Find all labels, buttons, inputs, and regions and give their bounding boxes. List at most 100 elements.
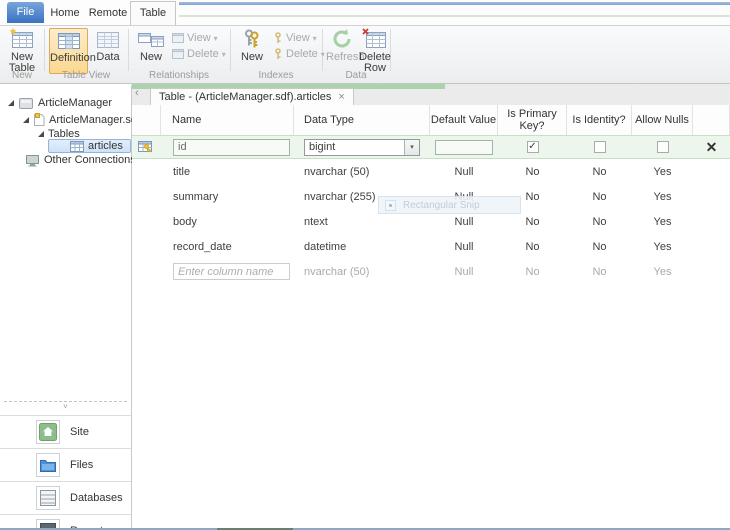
workspace-databases[interactable]: Databases bbox=[0, 481, 131, 514]
column-header-name[interactable]: Name bbox=[161, 105, 294, 135]
document-tab-title: Table - (ArticleManager.sdf).articles bbox=[159, 91, 331, 103]
document-tab[interactable]: Table - (ArticleManager.sdf).articles × bbox=[150, 88, 354, 105]
relationships-new-button[interactable]: New bbox=[133, 28, 169, 74]
tree-expander-icon[interactable] bbox=[23, 117, 29, 123]
group-separator bbox=[128, 29, 129, 71]
relationships-delete-button[interactable]: Delete ▾ bbox=[172, 47, 226, 61]
new-column-name-input[interactable] bbox=[173, 263, 290, 280]
sidebar-collapse-icon[interactable]: ‹ bbox=[135, 88, 139, 99]
indexes-view-button[interactable]: View ▾ bbox=[273, 31, 317, 45]
is-primary-key-cell: ✓ bbox=[498, 136, 567, 158]
close-tab-icon[interactable]: × bbox=[338, 92, 344, 103]
relationships-view-button[interactable]: View ▾ bbox=[172, 31, 218, 45]
dropdown-arrow-icon: ▾ bbox=[313, 34, 317, 43]
contextual-tab-accent-line bbox=[179, 15, 730, 17]
document-area: ‹ Table - (ArticleManager.sdf).articles … bbox=[132, 85, 730, 530]
new-table-icon bbox=[2, 28, 42, 50]
default-value-input[interactable] bbox=[435, 140, 493, 155]
group-label-indexes: Indexes bbox=[230, 70, 322, 81]
primary-key-checkbox[interactable]: ✓ bbox=[527, 141, 539, 153]
dropdown-arrow-icon: ▾ bbox=[222, 50, 226, 59]
refresh-button[interactable]: Refresh bbox=[326, 28, 358, 74]
column-header-allow-nulls[interactable]: Allow Nulls bbox=[632, 105, 693, 135]
tab-home[interactable]: Home bbox=[45, 2, 85, 24]
new-table-button[interactable]: New Table bbox=[2, 28, 42, 74]
new-column-row: nvarchar (50) Null No No Yes bbox=[132, 259, 730, 284]
tab-file[interactable]: File bbox=[7, 2, 44, 23]
group-label-relationships: Relationships bbox=[128, 70, 230, 81]
allow-nulls-cell bbox=[632, 136, 693, 158]
tree-expander-icon[interactable] bbox=[38, 131, 44, 137]
edit-row-id: bigint ▾ ✓ ✕ bbox=[132, 135, 730, 159]
delete-row-button[interactable]: Delete Row bbox=[358, 28, 392, 74]
table-definition-grid: Name Data Type Default Value Is Primary … bbox=[132, 105, 730, 530]
group-label-data: Data bbox=[322, 70, 390, 81]
databases-icon bbox=[36, 486, 60, 510]
group-label-new: New bbox=[0, 70, 44, 81]
dropdown-arrow-icon: ▾ bbox=[214, 34, 218, 43]
group-label-table-view: Table View bbox=[44, 70, 128, 81]
delete-row-icon bbox=[358, 28, 392, 50]
snip-icon bbox=[385, 200, 396, 211]
column-header-is-identity[interactable]: Is Identity? bbox=[567, 105, 632, 135]
mini-table-icon bbox=[172, 49, 184, 59]
data-view-icon bbox=[90, 28, 126, 50]
workspace-files[interactable]: Files bbox=[0, 448, 131, 481]
delete-column-cell: ✕ bbox=[693, 136, 730, 158]
grid-header-gutter bbox=[132, 105, 161, 135]
indexes-delete-button[interactable]: Delete ▾ bbox=[273, 47, 325, 61]
data-type-cell: bigint ▾ bbox=[294, 136, 430, 158]
database-file-icon bbox=[33, 113, 45, 127]
data-view-button[interactable]: Data bbox=[90, 28, 126, 74]
identity-checkbox[interactable] bbox=[594, 141, 606, 153]
delete-column-icon[interactable]: ✕ bbox=[706, 140, 718, 154]
indexes-new-icon bbox=[235, 28, 269, 50]
splitter-chevron-icon[interactable]: ˅ bbox=[0, 403, 131, 411]
mini-key-icon bbox=[273, 32, 283, 44]
group-separator bbox=[44, 29, 45, 71]
definition-button[interactable]: Definition bbox=[49, 28, 88, 74]
tab-remote[interactable]: Remote bbox=[86, 2, 130, 24]
default-value-cell bbox=[430, 136, 498, 158]
grid-header: Name Data Type Default Value Is Primary … bbox=[132, 105, 730, 135]
tree-item-articlemanager[interactable]: ArticleManager bbox=[8, 96, 112, 110]
is-identity-cell bbox=[567, 136, 632, 158]
sidebar: ArticleManager ArticleManager.sdf Tables… bbox=[0, 85, 132, 530]
document-tab-bar: ‹ Table - (ArticleManager.sdf).articles … bbox=[132, 84, 730, 105]
ribbon-tab-strip: File Home Remote Table bbox=[0, 0, 730, 25]
row-edit-indicator-icon bbox=[132, 136, 161, 158]
database-icon bbox=[18, 97, 34, 110]
allow-nulls-checkbox[interactable] bbox=[657, 141, 669, 153]
tree-item-articlemanager-sdf[interactable]: ArticleManager.sdf bbox=[23, 113, 140, 127]
tree-expander-icon[interactable] bbox=[8, 100, 14, 106]
name-cell bbox=[161, 136, 294, 158]
table-row-title[interactable]: title nvarchar (50) Null No No Yes bbox=[132, 159, 730, 184]
refresh-icon bbox=[326, 28, 358, 50]
ribbon: New Table New Definition Dat bbox=[0, 25, 730, 84]
column-header-actions bbox=[693, 105, 730, 135]
webmatrix-window: File Home Remote Table New Table New bbox=[0, 0, 730, 530]
definition-icon bbox=[50, 29, 87, 51]
files-icon bbox=[36, 453, 60, 477]
computer-icon bbox=[25, 154, 40, 167]
column-name-input[interactable] bbox=[173, 139, 290, 156]
column-header-default-value[interactable]: Default Value bbox=[430, 105, 498, 135]
dropdown-arrow-icon[interactable]: ▾ bbox=[404, 140, 419, 155]
column-header-is-primary-key[interactable]: Is Primary Key? bbox=[498, 105, 567, 135]
indexes-new-button[interactable]: New bbox=[235, 28, 269, 74]
window-top-accent bbox=[179, 2, 730, 5]
snip-tooltip: Rectangular Snip bbox=[378, 196, 521, 214]
tab-table[interactable]: Table bbox=[130, 1, 176, 25]
mini-table-icon bbox=[172, 33, 184, 43]
table-icon bbox=[70, 141, 84, 152]
group-separator bbox=[230, 29, 231, 71]
workspace-site[interactable]: Site bbox=[0, 415, 131, 448]
site-icon bbox=[36, 420, 60, 444]
column-header-data-type[interactable]: Data Type bbox=[294, 105, 430, 135]
data-type-dropdown[interactable]: bigint ▾ bbox=[304, 139, 420, 156]
mini-key-icon bbox=[273, 48, 283, 60]
table-row-record-date[interactable]: record_date datetime Null No No Yes bbox=[132, 234, 730, 259]
tree-item-articles[interactable]: articles bbox=[48, 139, 131, 153]
dropdown-arrow-icon: ▾ bbox=[321, 50, 325, 59]
tree-item-other-connections[interactable]: Other Connections bbox=[25, 153, 136, 167]
